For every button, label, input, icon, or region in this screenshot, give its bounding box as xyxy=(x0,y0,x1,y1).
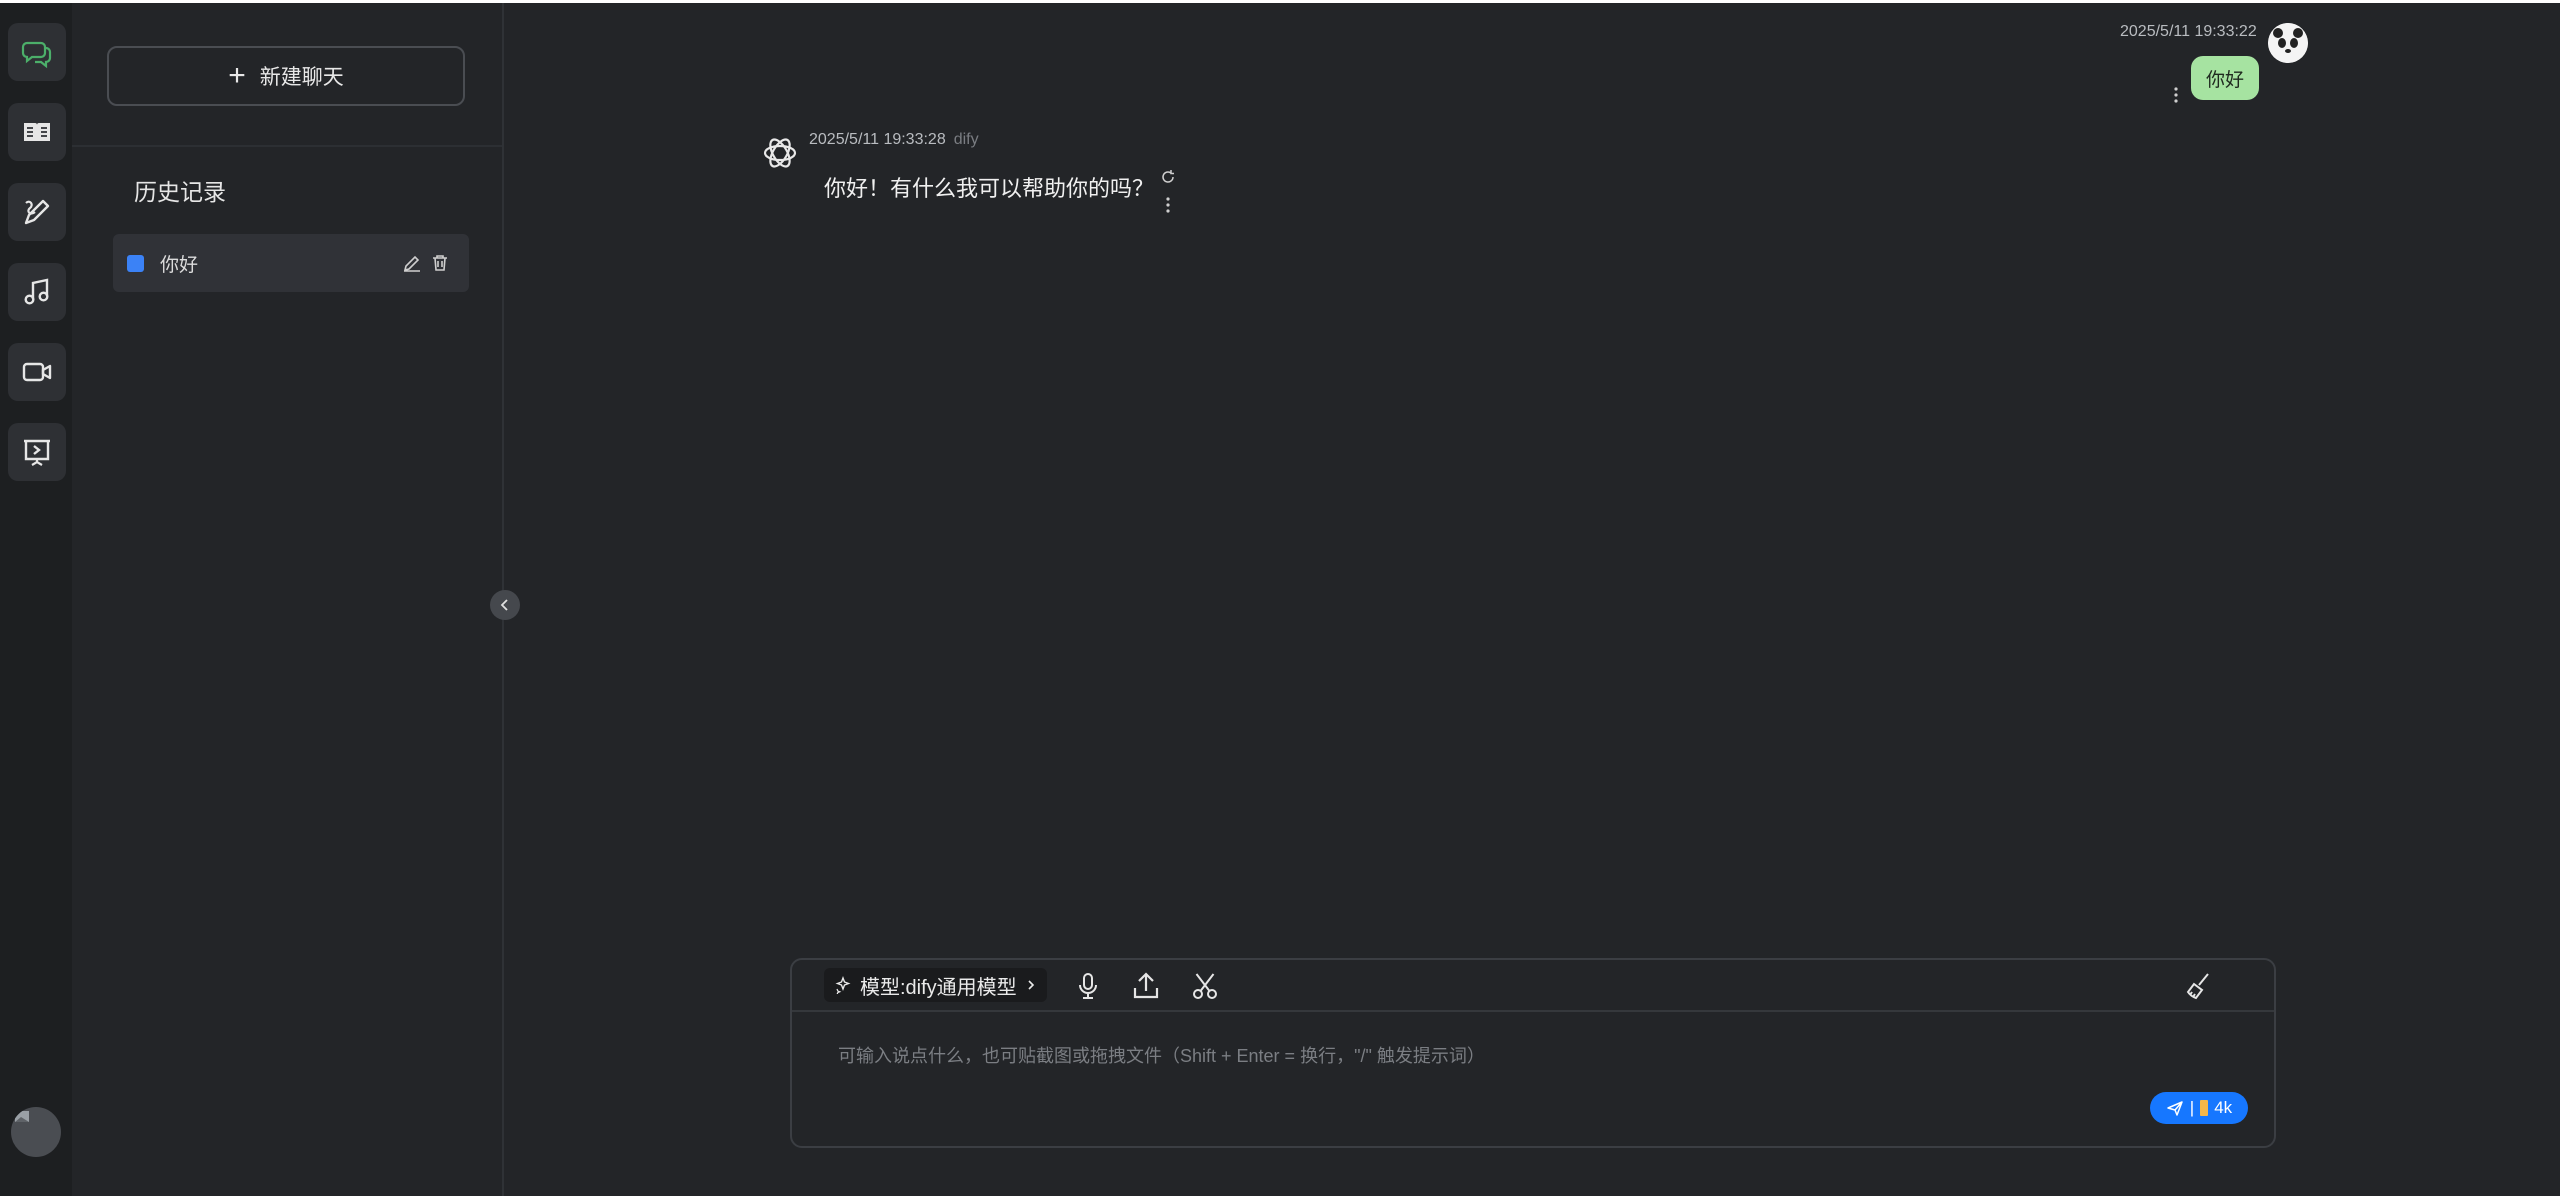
plus-icon: + xyxy=(228,59,246,92)
sparkle-icon xyxy=(835,976,851,994)
chat-color-dot xyxy=(127,254,144,272)
model-selector[interactable]: 模型:dify通用模型 xyxy=(824,968,1047,1002)
app-window: + 新建聊天 历史记录 你好 2025/5/11 19:33:22 你好 202… xyxy=(0,3,2560,1196)
divider xyxy=(72,145,502,147)
model-label: 模型:dify通用模型 xyxy=(860,976,1017,999)
new-chat-label: 新建聊天 xyxy=(259,66,344,89)
history-title: 历史记录 xyxy=(134,179,226,205)
message-input[interactable] xyxy=(838,1040,2038,1072)
rail-video-button[interactable] xyxy=(8,343,66,401)
refresh-icon[interactable] xyxy=(1160,169,1176,185)
user-message-avatar xyxy=(2268,23,2308,63)
new-chat-button[interactable]: + 新建聊天 xyxy=(107,46,465,106)
user-message-time: 2025/5/11 19:33:22 xyxy=(2120,23,2257,40)
openai-logo-icon xyxy=(763,138,797,168)
rail-music-button[interactable] xyxy=(8,263,66,321)
history-panel: + 新建聊天 历史记录 你好 xyxy=(72,3,504,1196)
microphone-icon[interactable] xyxy=(1072,970,1104,1002)
music-icon xyxy=(24,278,49,305)
pen-icon xyxy=(24,199,50,225)
bot-message-text: 你好！有什么我可以帮助你的吗？ xyxy=(824,176,1155,201)
send-icon xyxy=(2167,1101,2183,1116)
user-avatar[interactable] xyxy=(11,1107,61,1157)
send-token-label: 4k xyxy=(2214,1098,2233,1117)
icon-rail xyxy=(0,3,72,1196)
chat-icon xyxy=(21,41,52,69)
rail-write-button[interactable] xyxy=(8,183,66,241)
book-icon xyxy=(24,123,50,141)
send-button[interactable]: | 4k xyxy=(2150,1092,2248,1124)
token-bar-icon xyxy=(2200,1100,2209,1116)
presentation-icon xyxy=(24,439,50,466)
bot-source-label: dify xyxy=(953,131,979,148)
rail-presentation-button[interactable] xyxy=(8,423,66,481)
send-separator: | xyxy=(2189,1098,2195,1117)
bot-message-time: 2025/5/11 19:33:28 xyxy=(809,131,946,148)
broken-image-icon xyxy=(15,1111,29,1122)
composer-toolbar: 模型:dify通用模型 xyxy=(792,960,2274,1012)
rail-knowledge-button[interactable] xyxy=(8,103,66,161)
user-message-bubble: 你好 xyxy=(2191,56,2259,100)
chevron-left-icon xyxy=(500,599,508,611)
panda-avatar-icon xyxy=(2268,23,2308,63)
broom-clear-icon[interactable] xyxy=(2184,970,2216,1002)
bot-message-more-icon[interactable] xyxy=(1165,196,1171,214)
history-item-title: 你好 xyxy=(160,254,199,276)
message-composer: 模型:dify通用模型 可输入说点什么，也可贴截图或拖拽文件（Shift + E… xyxy=(790,958,2276,1148)
scissors-icon[interactable] xyxy=(1189,970,1221,1002)
chevron-right-icon xyxy=(1028,980,1034,990)
user-message-more-icon[interactable] xyxy=(2173,86,2179,104)
upload-icon[interactable] xyxy=(1130,970,1162,1002)
history-item[interactable]: 你好 xyxy=(113,234,469,292)
collapse-sidebar-button[interactable] xyxy=(490,590,520,620)
bot-message-meta: 2025/5/11 19:33:28 dify xyxy=(809,131,979,149)
rail-chat-button[interactable] xyxy=(8,23,66,81)
delete-icon[interactable] xyxy=(429,252,451,274)
video-icon xyxy=(22,362,52,382)
edit-icon[interactable] xyxy=(401,252,423,274)
